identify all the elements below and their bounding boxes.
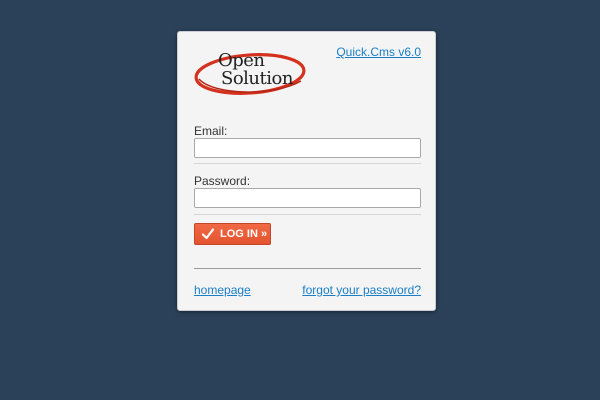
login-panel: Open Solution Quick.Cms v6.0 Email: Pass…: [177, 31, 436, 311]
email-input[interactable]: [194, 138, 421, 158]
check-icon: [201, 227, 215, 241]
open-solution-logo[interactable]: Open Solution: [193, 41, 309, 97]
login-button-label: LOG IN »: [220, 228, 268, 240]
email-label: Email:: [194, 124, 228, 138]
login-button[interactable]: LOG IN »: [194, 223, 271, 245]
quick-cms-version-link[interactable]: Quick.Cms v6.0: [336, 45, 421, 59]
homepage-link[interactable]: homepage: [194, 283, 251, 297]
footer-separator: [194, 268, 421, 269]
email-separator: [194, 163, 421, 164]
password-label: Password:: [194, 174, 251, 188]
password-separator: [194, 214, 421, 215]
forgot-password-link[interactable]: forgot your password?: [302, 283, 421, 297]
logo-text-solution: Solution: [221, 68, 293, 89]
password-input[interactable]: [194, 188, 421, 208]
